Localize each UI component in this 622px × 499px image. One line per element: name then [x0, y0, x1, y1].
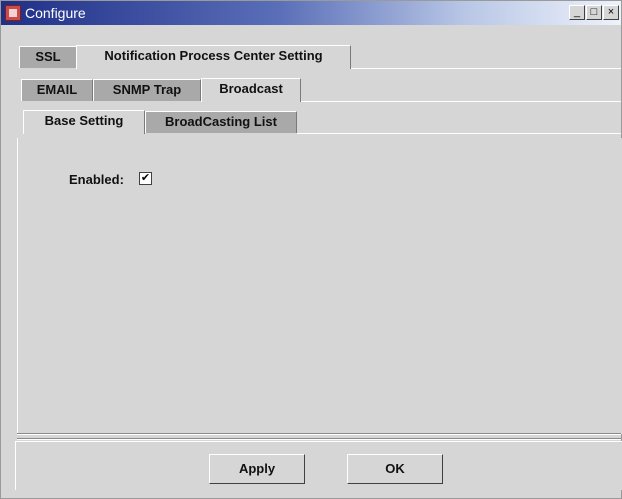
button-bar [15, 441, 622, 490]
tab-base-setting[interactable]: Base Setting [23, 110, 145, 134]
tab-strip-line-3 [297, 133, 621, 134]
enabled-label: Enabled: [69, 172, 124, 187]
tab-snmp-trap[interactable]: SNMP Trap [93, 79, 201, 101]
tab-broadcasting-list[interactable]: BroadCasting List [145, 111, 297, 133]
tab-broadcast[interactable]: Broadcast [201, 78, 301, 102]
configure-app-icon [5, 5, 21, 21]
title-bar: Configure _ □ × [1, 1, 621, 25]
ok-button[interactable]: OK [347, 454, 443, 484]
apply-button[interactable]: Apply [209, 454, 305, 484]
tab-ssl[interactable]: SSL [19, 46, 77, 68]
tab-strip-line-1 [351, 68, 621, 69]
window-title: Configure [25, 5, 86, 21]
enabled-checkbox[interactable]: ✔ [139, 172, 152, 185]
separator-light [17, 434, 621, 435]
tab-strip-line-2 [301, 101, 621, 102]
separator-light [17, 439, 621, 440]
tab-notification-process-center-setting[interactable]: Notification Process Center Setting [76, 45, 351, 69]
tab-email[interactable]: EMAIL [21, 79, 93, 101]
configure-window: Configure _ □ × SSL Notification Process… [0, 0, 622, 499]
minimize-button[interactable]: _ [569, 5, 585, 20]
close-button[interactable]: × [603, 5, 619, 20]
maximize-button[interactable]: □ [586, 5, 602, 20]
